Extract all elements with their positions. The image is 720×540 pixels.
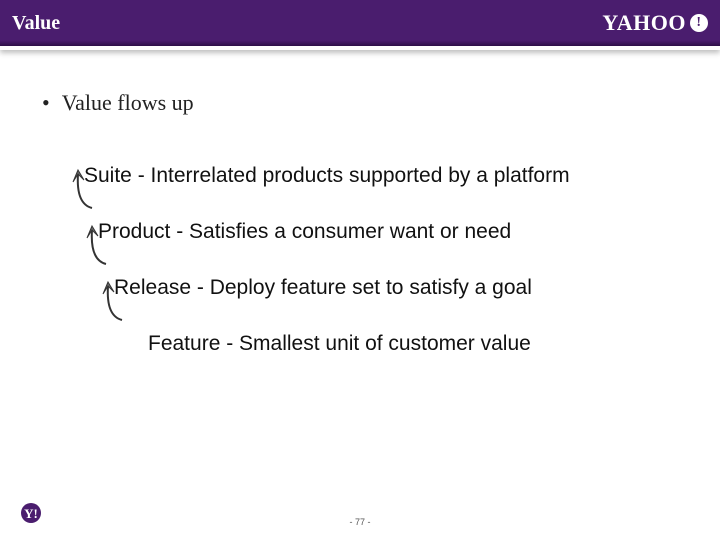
slide-title: Value (12, 12, 60, 35)
content-area: • Value flows up Suite - Interrelated pr… (0, 50, 720, 372)
hierarchy-row: Product - Satisfies a consumer want or n… (34, 204, 686, 260)
hierarchy-text: Suite - Interrelated products supported … (84, 164, 570, 188)
bullet-text: Value flows up (62, 90, 194, 116)
page-number: - 77 - (349, 517, 370, 527)
hierarchy-row: Release - Deploy feature set to satisfy … (34, 260, 686, 316)
bullet-heading: • Value flows up (42, 90, 686, 116)
yahoo-logo-text: YAHOO (602, 10, 686, 36)
svg-text:Y!: Y! (24, 506, 38, 521)
hierarchy-row: Suite - Interrelated products supported … (34, 148, 686, 204)
hierarchy-list: Suite - Interrelated products supported … (34, 148, 686, 372)
yahoo-logo: YAHOO! (602, 10, 708, 36)
bullet-icon: • (42, 92, 50, 114)
yahoo-bang-icon: ! (690, 14, 708, 32)
hierarchy-text: Release - Deploy feature set to satisfy … (114, 276, 532, 300)
hierarchy-text: Product - Satisfies a consumer want or n… (98, 220, 511, 244)
yahoo-y-icon: Y! (20, 502, 42, 524)
slide: Value YAHOO! • Value flows up Suite (0, 0, 720, 540)
hierarchy-row: Feature - Smallest unit of customer valu… (34, 316, 686, 372)
hierarchy-text: Feature - Smallest unit of customer valu… (148, 332, 531, 356)
header-bar: Value YAHOO! (0, 0, 720, 50)
footer: Y! - 77 - (0, 512, 720, 530)
